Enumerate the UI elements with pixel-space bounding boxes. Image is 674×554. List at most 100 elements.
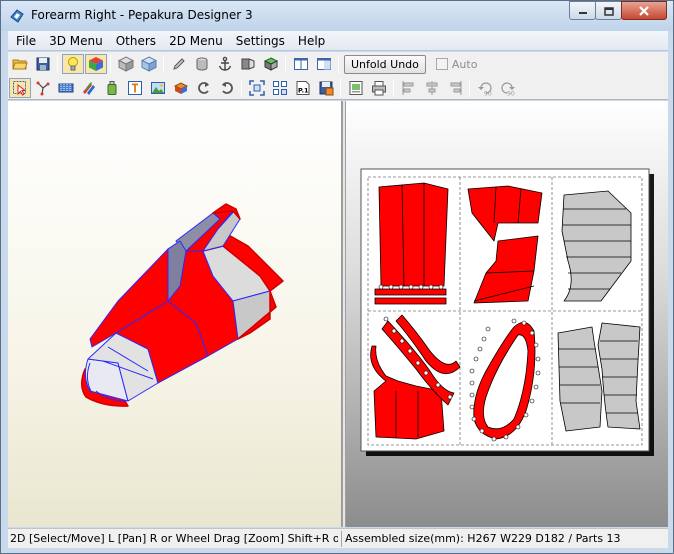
text-box-icon: [128, 80, 142, 95]
anchor-icon: [218, 56, 232, 71]
toolbar-separator: [57, 55, 58, 73]
rotate-fwd-button[interactable]: [216, 78, 238, 98]
rotate-left-90-button[interactable]: 90: [474, 78, 496, 98]
open-button[interactable]: [9, 54, 31, 74]
paint-pencils-icon: [83, 81, 95, 95]
color-edit-button[interactable]: [78, 78, 100, 98]
unfold-3d-button[interactable]: [260, 54, 282, 74]
rotate-right-90-icon: 90: [501, 81, 515, 96]
cylinder-icon: [196, 57, 208, 71]
close-icon: [639, 5, 649, 16]
blue-cube-icon: [141, 56, 157, 72]
3d-view-pane[interactable]: [8, 101, 342, 527]
3d-model-forearm: [81, 203, 284, 407]
status-divider: [341, 530, 342, 547]
page-number-label: P.1: [298, 86, 309, 94]
texture-button[interactable]: [85, 54, 107, 74]
rotate-right-90-button[interactable]: 90: [497, 78, 519, 98]
auto-label: Auto: [451, 57, 478, 71]
green-unfold-icon: [263, 57, 279, 71]
menu-others[interactable]: Others: [111, 34, 161, 48]
text-button[interactable]: [124, 78, 146, 98]
align-left-button[interactable]: [398, 78, 420, 98]
align-right-icon: [450, 80, 462, 95]
status-hint: 2D [Select/Move] L [Pan] R or Wheel Drag…: [10, 532, 338, 545]
menu-2d[interactable]: 2D Menu: [164, 34, 228, 48]
align-center-button[interactable]: [421, 78, 443, 98]
add-flap-button[interactable]: [101, 78, 123, 98]
edit-toolbar: P.1 90 90: [8, 76, 668, 100]
rotate-left-90-label: 90: [484, 90, 492, 96]
pepakura-app-icon: [10, 9, 24, 23]
save-icon: [36, 57, 50, 71]
status-assembled-size: Assembled size(mm): H267 W229 D182 / Par…: [345, 532, 621, 545]
2d-view-pane[interactable]: [346, 101, 668, 527]
pencil-icon: [173, 58, 185, 70]
minimize-button[interactable]: [569, 1, 596, 20]
status-bar: 2D [Select/Move] L [Pan] R or Wheel Drag…: [8, 528, 668, 548]
unfold-undo-button[interactable]: Unfold Undo: [344, 54, 426, 74]
menu-bar: File 3D Menu Others 2D Menu Settings Hel…: [8, 31, 668, 51]
fit-frame-icon: [249, 79, 265, 96]
toolbar-separator: [340, 78, 341, 97]
rotate-back-button[interactable]: [193, 78, 215, 98]
save-button[interactable]: [32, 54, 54, 74]
select-move-button[interactable]: [9, 77, 31, 98]
title-bar[interactable]: Forearm Right - Pepakura Designer 3: [1, 1, 673, 31]
auto-checkbox[interactable]: [435, 58, 448, 70]
close-button[interactable]: [621, 1, 667, 20]
flaps-button[interactable]: [237, 54, 259, 74]
image-icon: [151, 81, 165, 94]
image-button[interactable]: [147, 78, 169, 98]
edit-button[interactable]: [168, 54, 190, 74]
menu-3d[interactable]: 3D Menu: [44, 34, 108, 48]
toolbar-separator: [393, 78, 394, 97]
toolbar-separator: [285, 55, 286, 73]
cylinder-button[interactable]: [191, 54, 213, 74]
auto-checkbox-wrap[interactable]: Auto: [435, 57, 478, 71]
menu-file[interactable]: File: [11, 34, 41, 48]
show-faces-button[interactable]: [115, 54, 137, 74]
print-preview-icon: [349, 80, 363, 95]
menu-help[interactable]: Help: [293, 34, 330, 48]
align-center-icon: [426, 80, 438, 95]
disk-layout-icon: [319, 81, 334, 95]
print-preview-button[interactable]: [345, 78, 367, 98]
view-3d-only-button[interactable]: [290, 54, 312, 74]
toolbar-separator: [338, 55, 339, 73]
print-button[interactable]: [368, 78, 390, 98]
arrange-button[interactable]: [269, 78, 291, 98]
restore-icon: [603, 6, 614, 16]
save-layout-button[interactable]: [315, 78, 337, 98]
parts-color-button[interactable]: [170, 78, 192, 98]
light-button[interactable]: [62, 54, 84, 74]
split-pane-icon: [317, 58, 331, 70]
menu-settings[interactable]: Settings: [231, 34, 290, 48]
rotate-back-icon: [198, 81, 209, 94]
colored-blocks-icon: [173, 81, 189, 94]
single-pane-icon: [294, 58, 308, 70]
join-edges-icon: [36, 81, 50, 95]
arrange-parts-icon: [273, 80, 287, 95]
bottle-icon: [107, 80, 117, 95]
toolbar-separator: [469, 78, 470, 97]
anchor-button[interactable]: [214, 54, 236, 74]
view-2d-only-button[interactable]: [313, 54, 335, 74]
app-window: Forearm Right - Pepakura Designer 3 File…: [0, 0, 674, 554]
rotate-right-90-label: 90: [507, 90, 515, 96]
fold-lines-button[interactable]: [55, 78, 77, 98]
fit-view-button[interactable]: [246, 78, 268, 98]
minimize-icon: [578, 11, 587, 14]
align-left-icon: [402, 80, 414, 95]
restore-button[interactable]: [595, 1, 622, 20]
rotate-forward-icon: [222, 81, 233, 94]
align-right-button[interactable]: [444, 78, 466, 98]
page-button[interactable]: P.1: [292, 78, 314, 98]
flaps-icon: [241, 58, 255, 70]
fold-lines-icon: [58, 83, 74, 92]
lightbulb-icon: [68, 57, 78, 71]
join-edges-button[interactable]: [32, 78, 54, 98]
page-number-icon: P.1: [296, 80, 310, 95]
open-folder-icon: [12, 59, 28, 70]
show-edges-button[interactable]: [138, 54, 160, 74]
